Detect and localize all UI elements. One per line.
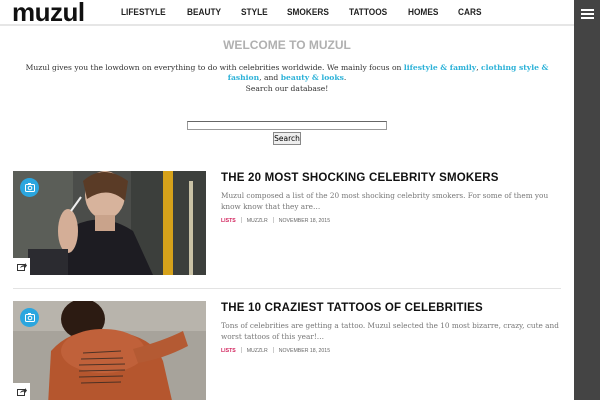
nav-item-lifestyle[interactable]: LIFESTYLE	[121, 7, 166, 17]
link-beauty-looks[interactable]: beauty & looks	[281, 73, 344, 82]
search-prompt: Search our database!	[245, 84, 329, 93]
article-card: THE 20 MOST SHOCKING CELEBRITY SMOKERS M…	[13, 171, 561, 275]
article-category[interactable]: LISTS	[221, 348, 236, 354]
article-meta: LISTS MUZZLR NOVEMBER 18, 2015	[221, 347, 330, 354]
welcome-title: WELCOME TO MUZUL	[223, 38, 351, 52]
nav-item-tattoos[interactable]: TATTOOS	[349, 7, 387, 17]
link-lifestyle-family[interactable]: lifestyle & family	[404, 63, 476, 72]
site-header: muzul LIFESTYLE BEAUTY STYLE SMOKERS TAT…	[0, 0, 574, 28]
article-category[interactable]: LISTS	[221, 218, 236, 224]
share-icon[interactable]	[13, 383, 30, 400]
article-date: NOVEMBER 18, 2015	[278, 348, 331, 354]
article-excerpt: Muzul composed a list of the 20 most sho…	[221, 191, 549, 211]
intro-period: .	[343, 73, 347, 82]
nav-item-smokers[interactable]: SMOKERS	[287, 7, 329, 17]
share-icon[interactable]	[13, 258, 30, 275]
article-thumbnail-smoker[interactable]	[13, 171, 206, 275]
article-thumbnail-tattoo[interactable]	[13, 301, 206, 400]
camera-icon	[20, 308, 39, 327]
article-divider	[13, 288, 561, 289]
search-input[interactable]	[187, 121, 387, 130]
hamburger-menu-icon[interactable]	[581, 9, 594, 19]
article-author[interactable]: MUZZLR	[247, 218, 268, 224]
article-author[interactable]: MUZZLR	[247, 348, 268, 354]
article-date: NOVEMBER 18, 2015	[278, 218, 331, 224]
main-nav: LIFESTYLE BEAUTY STYLE SMOKERS TATTOOS H…	[121, 7, 500, 17]
side-rail	[574, 0, 600, 400]
article-excerpt: Tons of celebrities are getting a tattoo…	[221, 321, 559, 341]
intro-and: , and	[259, 73, 281, 82]
article-title[interactable]: THE 20 MOST SHOCKING CELEBRITY SMOKERS	[221, 172, 499, 184]
nav-item-beauty[interactable]: BEAUTY	[187, 7, 221, 17]
intro-prefix: Muzul gives you the lowdown on everythin…	[25, 63, 404, 72]
intro-text: Muzul gives you the lowdown on everythin…	[20, 63, 554, 83]
article-title[interactable]: THE 10 CRAZIEST TATTOOS OF CELEBRITIES	[221, 302, 483, 314]
nav-item-homes[interactable]: HOMES	[408, 7, 438, 17]
nav-item-style[interactable]: STYLE	[241, 7, 268, 17]
site-logo[interactable]: muzul	[12, 0, 85, 28]
nav-item-cars[interactable]: CARS	[458, 7, 481, 17]
article-card: THE 10 CRAZIEST TATTOOS OF CELEBRITIES T…	[13, 301, 561, 400]
camera-icon	[20, 178, 39, 197]
article-meta: LISTS MUZZLR NOVEMBER 18, 2015	[221, 217, 330, 224]
search-button[interactable]: Search	[273, 132, 301, 145]
